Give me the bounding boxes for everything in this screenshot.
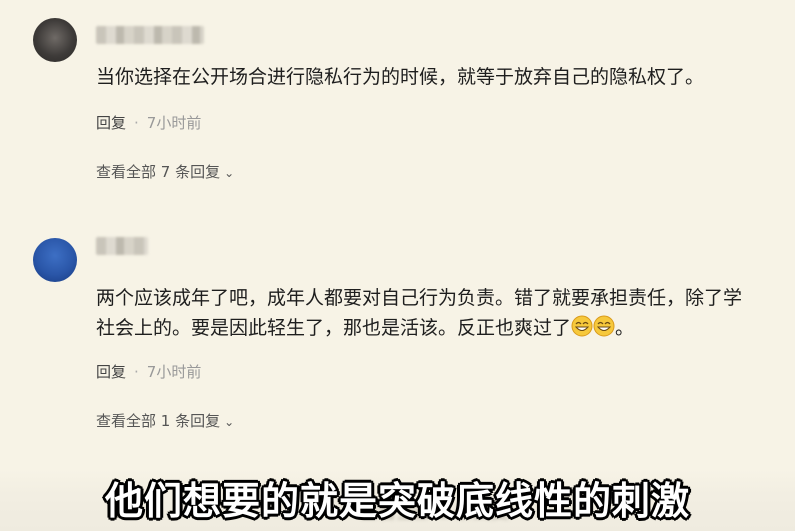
video-subtitle: 他们想要的就是突破底线性的刺激 — [104, 479, 690, 523]
separator-dot: · — [134, 114, 139, 132]
reply-button[interactable]: 回复 — [96, 363, 126, 381]
comment-text-line-1: 两个应该成年了吧，成年人都要对自己行为负责。错了就要承担责任，除了学 — [96, 287, 743, 309]
comment-text-line-2: 社会上的。要是因此轻生了，那也是活该。反正也爽过了 。 — [96, 313, 634, 343]
comment-meta: 回复 · 7小时前 — [96, 112, 201, 133]
chevron-down-icon: ⌄ — [224, 166, 235, 180]
timestamp: 7小时前 — [146, 114, 202, 132]
grinning-face-icon — [593, 315, 615, 337]
reply-button[interactable]: 回复 — [96, 114, 126, 132]
grinning-face-icon — [571, 315, 593, 337]
comment-text-end: 。 — [615, 317, 635, 339]
avatar[interactable] — [33, 238, 77, 282]
chevron-down-icon: ⌄ — [224, 415, 235, 429]
view-all-label: 查看全部 1 条回复 — [96, 412, 221, 430]
avatar[interactable] — [33, 18, 77, 62]
comment-text: 当你选择在公开场合进行隐私行为的时候，就等于放弃自己的隐私权了。 — [96, 66, 705, 88]
comment-meta: 回复 · 7小时前 — [96, 361, 201, 382]
timestamp: 7小时前 — [146, 363, 202, 381]
comment-text-body: 社会上的。要是因此轻生了，那也是活该。反正也爽过了 — [96, 317, 572, 339]
view-all-label: 查看全部 7 条回复 — [96, 163, 221, 181]
username-blurred[interactable] — [96, 237, 148, 255]
username-blurred[interactable] — [96, 26, 204, 44]
view-all-replies-button[interactable]: 查看全部 7 条回复 ⌄ — [96, 161, 234, 182]
view-all-replies-button[interactable]: 查看全部 1 条回复 ⌄ — [96, 410, 234, 431]
separator-dot: · — [134, 363, 139, 381]
